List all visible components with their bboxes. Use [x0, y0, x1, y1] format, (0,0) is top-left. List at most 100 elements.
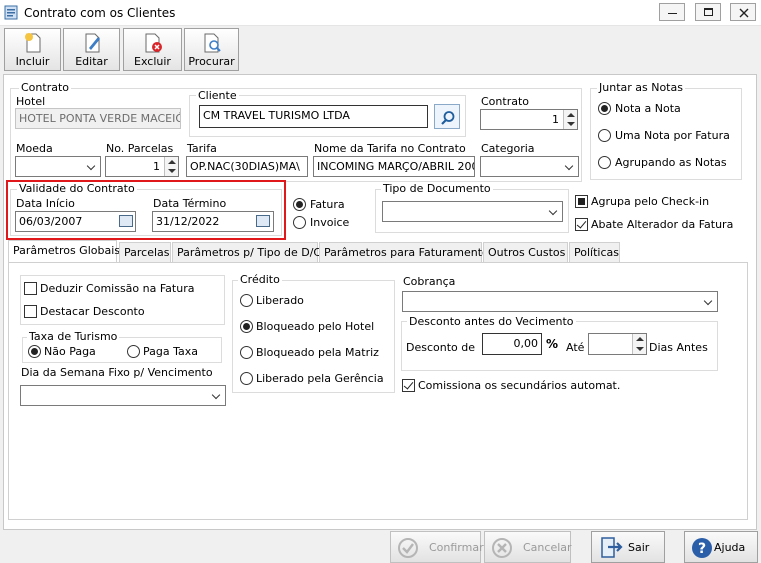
nao-paga-radio[interactable] — [28, 345, 41, 358]
credito-bloqueado-matriz-label: Bloqueado pela Matriz — [256, 346, 379, 359]
credito-liberado-gerencia-radio[interactable] — [240, 372, 253, 385]
comissiona-label: Comissiona os secundários automat. — [418, 379, 621, 392]
close-button[interactable] — [730, 3, 756, 21]
calendar-icon[interactable] — [256, 215, 270, 227]
procurar-label: Procurar — [188, 55, 235, 68]
uma-nota-label: Uma Nota por Fatura — [615, 129, 730, 142]
editar-button[interactable]: Editar — [63, 28, 120, 71]
juntar-notas-legend: Juntar as Notas — [597, 81, 685, 94]
ate-label: Até — [566, 341, 585, 354]
excluir-button[interactable]: Excluir — [123, 28, 182, 71]
cancel-circle-icon — [492, 538, 512, 558]
tab-outros-custos[interactable]: Outros Custos — [483, 242, 568, 262]
dia-semana-select[interactable] — [20, 385, 226, 406]
percent-sign: % — [546, 337, 559, 351]
destacar-checkbox[interactable] — [24, 305, 37, 318]
window-title: Contrato com os Clientes — [24, 6, 176, 20]
dia-semana-label: Dia da Semana Fixo p/ Vencimento — [21, 366, 213, 379]
ajuda-button[interactable]: ? Ajuda — [684, 531, 758, 563]
parcelas-label: No. Parcelas — [106, 142, 174, 155]
credito-legend: Crédito — [238, 273, 282, 286]
help-icon: ? — [692, 538, 712, 558]
tarifa-label: Tarifa — [187, 142, 217, 155]
tab-parametros-globais[interactable]: Parâmetros Globais — [8, 240, 120, 263]
cancelar-label: Cancelar — [523, 541, 572, 554]
abate-label: Abate Alterador da Fatura — [591, 218, 734, 231]
dias-antes-label: Dias Antes — [649, 341, 708, 354]
search-document-icon — [204, 33, 221, 53]
moeda-select[interactable] — [15, 156, 101, 177]
agrupando-label: Agrupando as Notas — [615, 156, 727, 169]
new-document-icon — [24, 33, 40, 53]
ate-spinner[interactable] — [632, 334, 646, 354]
minimize-icon — [668, 13, 677, 14]
paga-taxa-radio[interactable] — [127, 345, 140, 358]
agrupando-radio[interactable] — [598, 156, 611, 169]
cliente-search-button[interactable] — [434, 104, 460, 129]
nota-a-nota-label: Nota a Nota — [615, 102, 681, 115]
tab-tipo-dc[interactable]: Parâmetros p/ Tipo de D/C — [172, 242, 321, 262]
tipo-documento-select[interactable] — [382, 201, 563, 222]
edit-icon — [85, 33, 100, 53]
check-circle-icon — [398, 538, 418, 558]
comissiona-checkbox[interactable] — [402, 379, 415, 392]
minimize-button[interactable] — [659, 3, 685, 21]
abate-checkbox[interactable] — [575, 218, 588, 231]
tab-politicas[interactable]: Políticas — [569, 242, 620, 262]
deduzir-checkbox[interactable] — [24, 282, 37, 295]
desconto-field[interactable]: 0,00 — [482, 333, 542, 355]
cliente-legend: Cliente — [196, 89, 239, 102]
cancelar-button[interactable]: Cancelar — [484, 531, 572, 563]
tab-faturamento[interactable]: Parâmetros para Faturamento — [319, 242, 489, 262]
editar-label: Editar — [75, 55, 108, 68]
cliente-field[interactable]: CM TRAVEL TURISMO LTDA — [199, 105, 428, 128]
excluir-label: Excluir — [134, 55, 171, 68]
confirmar-button[interactable]: Confirmar — [390, 531, 484, 563]
contrato-legend: Contrato — [19, 81, 72, 94]
invoice-label: Invoice — [310, 216, 350, 229]
app-icon — [4, 5, 18, 20]
cobranca-select[interactable] — [402, 291, 718, 312]
confirmar-label: Confirmar — [429, 541, 484, 554]
credito-bloqueado-hotel-radio[interactable] — [240, 320, 253, 333]
fatura-radio[interactable] — [293, 198, 306, 211]
maximize-button[interactable] — [695, 3, 721, 21]
credito-bloqueado-matriz-radio[interactable] — [240, 346, 253, 359]
invoice-radio[interactable] — [293, 216, 306, 229]
sair-button[interactable]: Sair — [591, 531, 665, 563]
fatura-label: Fatura — [310, 198, 345, 211]
data-inicio-field[interactable]: 06/03/2007 — [15, 211, 136, 232]
cobranca-label: Cobrança — [403, 275, 456, 288]
tab-parcelas[interactable]: Parcelas — [119, 242, 171, 262]
credito-bloqueado-hotel-label: Bloqueado pelo Hotel — [256, 320, 375, 333]
contrato-spinner[interactable] — [563, 110, 577, 129]
deduzir-label: Deduzir Comissão na Fatura — [40, 282, 195, 295]
credito-liberado-gerencia-label: Liberado pela Gerência — [256, 372, 384, 385]
paga-taxa-label: Paga Taxa — [143, 345, 198, 358]
search-icon — [441, 111, 455, 125]
incluir-label: Incluir — [15, 55, 50, 68]
nota-a-nota-radio[interactable] — [598, 102, 611, 115]
calendar-icon[interactable] — [119, 215, 133, 227]
validade-legend: Validade do Contrato — [17, 182, 137, 195]
uma-nota-radio[interactable] — [598, 129, 611, 142]
maximize-icon — [704, 8, 713, 16]
sair-label: Sair — [628, 541, 650, 554]
parcelas-spinner[interactable] — [164, 157, 178, 176]
data-termino-label: Data Término — [153, 197, 227, 210]
credito-liberado-radio[interactable] — [240, 294, 253, 307]
categoria-label: Categoria — [481, 142, 535, 155]
hotel-label: Hotel — [16, 95, 46, 108]
procurar-button[interactable]: Procurar — [184, 28, 239, 71]
categoria-select[interactable] — [480, 156, 579, 177]
data-inicio-label: Data Início — [16, 197, 75, 210]
delete-icon — [145, 33, 162, 53]
moeda-label: Moeda — [16, 142, 53, 155]
svg-text:?: ? — [698, 541, 706, 557]
close-icon — [739, 8, 749, 18]
agrupa-checkbox[interactable] — [575, 195, 588, 208]
nome-tarifa-field[interactable]: INCOMING MARÇO/ABRIL 2007 — [313, 156, 475, 177]
taxa-turismo-legend: Taxa de Turismo — [27, 330, 120, 343]
tarifa-field[interactable]: OP.NAC(30DIAS)MA\ — [186, 156, 308, 177]
incluir-button[interactable]: Incluir — [4, 28, 61, 71]
